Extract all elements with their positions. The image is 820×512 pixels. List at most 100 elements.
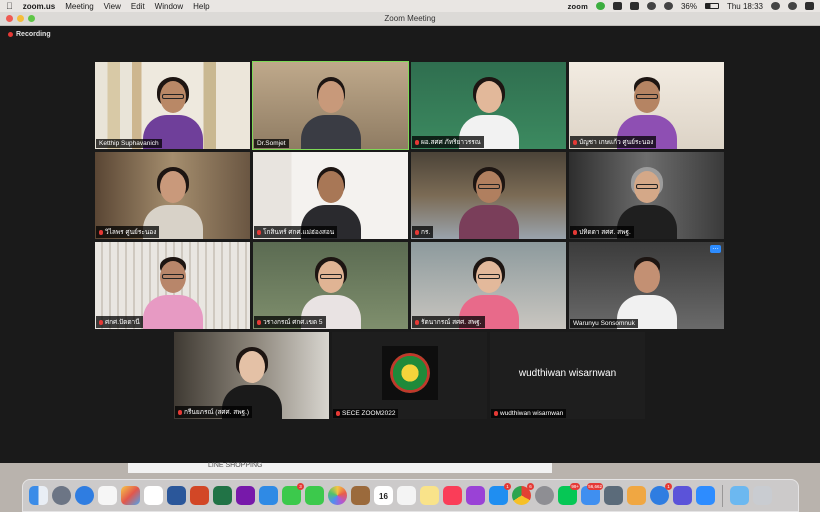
line-status-icon[interactable] [595,2,605,10]
participant-tile[interactable]: ศกศ.ปัตตานี [95,242,250,329]
mic-muted-icon [415,139,419,145]
clock[interactable]: Thu 18:33 [727,2,763,11]
participant-name-label: วิไลพร ศูนย์ระนอง [96,226,160,238]
control-center-icon[interactable] [805,2,814,10]
photo-booth-icon[interactable] [627,486,646,505]
music-icon[interactable] [443,486,462,505]
line-icon[interactable]: 99+ [558,483,580,505]
notes-icon[interactable] [420,486,439,505]
calendar-icon[interactable]: 16 [374,486,393,505]
participant-name-label: Ketthip Suphavanich [96,139,162,148]
background-window[interactable]: LINE SHOPPING [128,462,552,473]
mic-muted-icon [257,319,261,325]
numbers-icon[interactable] [144,486,163,505]
participant-tile[interactable]: … Warunyu Sonsomnuk [569,242,724,329]
participant-name-label: รัตนากรณ์ สศศ. สพฐ. [412,316,485,328]
mail-icon[interactable]: 56,662 [581,483,603,505]
appstore-icon[interactable]: 1 [489,483,511,505]
menu-view[interactable]: View [104,2,121,11]
podcasts-icon[interactable] [466,486,485,505]
participant-name-label: wudthiwan wisarnwan [491,409,567,418]
battery-percent: 36% [680,1,697,11]
facetime-icon[interactable]: 3 [282,483,304,505]
participant-tile[interactable]: บัญชา เกษแก้ว ศูนย์ระนอง [569,62,724,149]
dock-separator [722,484,723,507]
participant-name-label: ศกศ.ปัตตานี [96,316,143,328]
finder-icon[interactable] [29,486,48,505]
mic-muted-icon [257,229,261,235]
participant-name-label: กร. [412,226,434,238]
recording-dot-icon [8,32,13,37]
participant-tile[interactable]: SECE ZOOM2022 [332,332,487,419]
participant-name-label: บัญชา เกษแก้ว ศูนย์ระนอง [570,136,657,148]
imovie-icon[interactable] [673,486,692,505]
participant-name-label: กรีนยภรณ์ (สศศ. สพฐ.) [175,406,253,418]
participant-tile[interactable]: ผอ.สศศ ภัทริยาวรรณ [411,62,566,149]
window-titlebar[interactable]: Zoom Meeting [0,12,820,26]
preview-icon[interactable] [604,486,623,505]
safari-icon[interactable] [75,486,94,505]
mic-muted-icon [178,409,182,415]
menu-meeting[interactable]: Meeting [65,2,93,11]
mic-muted-icon [415,319,419,325]
zoom-app-icon[interactable] [696,486,715,505]
excel-icon[interactable] [213,486,232,505]
participant-tile[interactable]: วิไลพร ศูนย์ระนอง [95,152,250,239]
participant-tile[interactable]: โกสินทร์ ศกศ.แม่ฮ่องสอน [253,152,408,239]
word-icon[interactable] [167,486,186,505]
apple-icon[interactable]:  [6,1,13,11]
safari-secondary-icon[interactable]: 1 [650,483,672,505]
onedrive-icon[interactable] [259,486,278,505]
participant-tile[interactable]: กร. [411,152,566,239]
powerpoint-icon[interactable] [190,486,209,505]
participant-tile[interactable]: wudthiwan wisarnwan wudthiwan wisarnwan [490,332,645,419]
battery-icon[interactable] [704,3,719,9]
recording-label: Recording [16,31,51,38]
participant-tile-active-speaker[interactable]: Dr.Somjet [252,61,409,150]
textedit-icon[interactable] [98,486,117,505]
participant-tile[interactable]: วรางกรณ์ ศกศ.เขต 5 [253,242,408,329]
participant-name-label: วรางกรณ์ ศกศ.เขต 5 [254,316,326,328]
mic-muted-icon [494,411,498,416]
participant-tile[interactable]: รัตนากรณ์ สศศ. สพฐ. [411,242,566,329]
chrome-icon[interactable]: 6 [512,483,534,505]
keynote-icon[interactable] [121,486,140,505]
participant-name-label: ปทิดตา สศศ. สพฐ. [570,226,634,238]
downloads-folder-icon[interactable] [730,486,749,505]
mic-muted-icon [336,411,340,416]
menu-help[interactable]: Help [193,2,209,11]
bluetooth-icon[interactable] [646,2,656,10]
menu-window[interactable]: Window [155,2,183,11]
participant-name-label: โกสินทร์ ศกศ.แม่ฮ่องสอน [254,226,338,238]
messages-icon[interactable] [305,486,324,505]
participant-tile[interactable]: กรีนยภรณ์ (สศศ. สพฐ.) [174,332,329,419]
mic-status-icon[interactable] [612,2,622,10]
menu-app-name[interactable]: zoom.us [23,2,55,11]
notes-book-icon[interactable] [351,486,370,505]
dock: 3 16 1 6 99+ 56,662 1 [22,479,799,512]
participant-name-label: Warunyu Sonsomnuk [570,319,638,328]
system-preferences-icon[interactable] [535,486,554,505]
launchpad-icon[interactable] [52,486,71,505]
onenote-icon[interactable] [236,486,255,505]
mic-muted-icon [415,229,419,235]
menu-bar:  zoom.us Meeting View Edit Window Help … [0,0,820,12]
participant-display-name: wudthiwan wisarnwan [518,368,617,379]
photos-icon[interactable] [328,486,347,505]
spotlight-icon[interactable] [771,2,780,10]
user-icon[interactable] [788,2,797,10]
recording-indicator[interactable]: Recording [8,31,51,38]
participant-name-label: Dr.Somjet [254,139,289,148]
participant-tile[interactable]: ปทิดตา สศศ. สพฐ. [569,152,724,239]
zoom-status-item[interactable]: zoom [568,2,588,11]
mic-muted-icon [99,229,103,235]
trash-icon[interactable] [753,486,772,505]
sece-logo-image [381,346,438,400]
reminders-icon[interactable] [397,486,416,505]
notes-status-icon[interactable] [629,2,639,10]
more-options-button[interactable]: … [710,244,721,253]
wifi-icon[interactable] [663,2,673,10]
menu-edit[interactable]: Edit [131,2,145,11]
mic-muted-icon [573,139,577,145]
participant-tile[interactable]: Ketthip Suphavanich [95,62,250,149]
